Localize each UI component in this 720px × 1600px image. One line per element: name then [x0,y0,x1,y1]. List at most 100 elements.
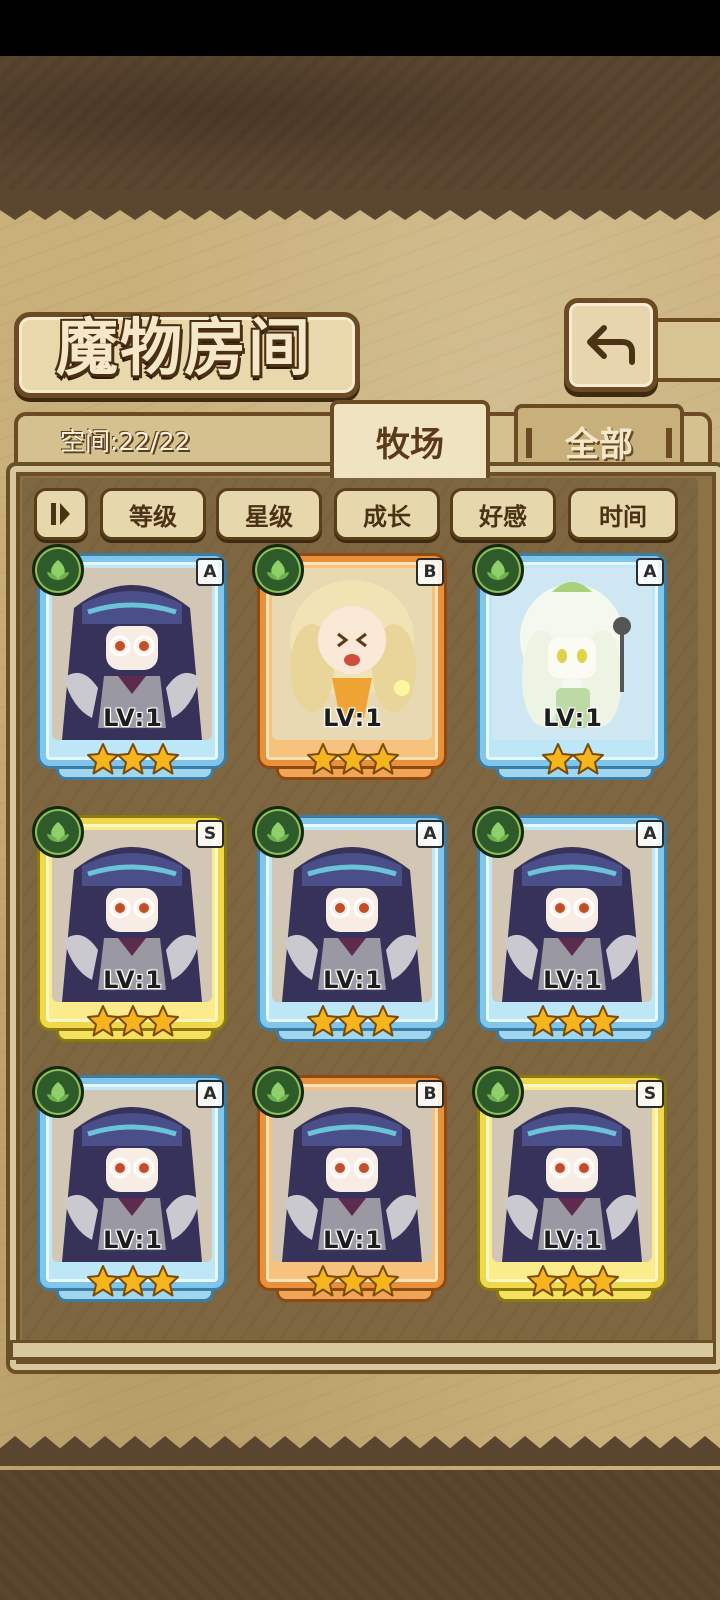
level-label: LV:1 [543,966,603,994]
star-rating [474,1004,672,1048]
star-icon [557,1265,589,1297]
rank-badge: A [196,1080,224,1108]
star-icon [572,743,604,775]
level-label: LV:1 [323,1226,383,1254]
star-icon [87,743,119,775]
panel-bottom-rail [10,1340,716,1360]
rank-badge: A [636,820,664,848]
rank-badge: A [196,558,224,586]
rank-badge: S [636,1080,664,1108]
star-icon [367,1005,399,1037]
capacity-label: 空间:22/22 [60,427,191,456]
star-icon [307,1265,339,1297]
monster-card[interactable]: B LV:1 [252,1066,452,1316]
rank-badge: B [416,1080,444,1108]
monster-card[interactable]: A LV:1 [32,1066,232,1316]
sort-order-button[interactable] [34,488,88,540]
element-badge [252,1066,304,1118]
level-label: LV:1 [543,1226,603,1254]
sort-order-icon [51,503,70,525]
element-badge [32,1066,84,1118]
element-badge [252,544,304,596]
rank-badge: S [196,820,224,848]
star-rating [474,1264,672,1308]
star-icon [367,1265,399,1297]
monster-card[interactable]: S LV:1 [472,1066,672,1316]
tab-divider-left [526,428,532,458]
element-badge [32,544,84,596]
leaf-icon [487,560,509,580]
level-label: LV:1 [103,966,163,994]
star-rating [254,1004,452,1048]
star-rating [34,1264,232,1308]
torn-edge-top [0,190,720,220]
star-icon [587,1005,619,1037]
monster-card[interactable]: S LV:1 [32,806,232,1056]
star-icon [307,743,339,775]
star-icon [147,1005,179,1037]
star-icon [147,1265,179,1297]
monster-card[interactable]: A LV:1 [32,544,232,794]
leaf-icon [47,1082,69,1102]
star-icon [587,1265,619,1297]
star-icon [337,743,369,775]
star-icon [337,1265,369,1297]
star-icon [87,1005,119,1037]
tab-ranch[interactable]: 牧场 [330,400,490,478]
star-icon [527,1265,559,1297]
monster-card[interactable]: B LV:1 [252,544,452,794]
sort-by-growth-button[interactable]: 成长 [334,488,440,540]
star-icon [367,743,399,775]
tab-divider-right [666,428,672,458]
status-bar [0,0,720,56]
rank-badge: B [416,558,444,586]
torn-edge-bottom [0,1436,720,1466]
rank-badge: A [416,820,444,848]
tab-all[interactable]: 全部 [514,404,684,474]
back-button[interactable] [564,298,658,392]
element-badge [472,1066,524,1118]
star-icon [337,1005,369,1037]
element-badge [252,806,304,858]
star-icon [117,1265,149,1297]
sort-by-time-button[interactable]: 时间 [568,488,678,540]
rank-badge: A [636,558,664,586]
level-label: LV:1 [103,1226,163,1254]
level-label: LV:1 [323,966,383,994]
sort-by-level-button[interactable]: 等级 [100,488,206,540]
level-label: LV:1 [323,704,383,732]
tab-ranch-label: 牧场 [376,424,444,465]
tab-all-label: 全部 [565,424,633,465]
monster-card[interactable]: A LV:1 [472,544,672,794]
monster-card[interactable]: A LV:1 [472,806,672,1056]
leaf-icon [487,1082,509,1102]
leaf-icon [47,560,69,580]
star-icon [542,743,574,775]
sort-by-stars-button[interactable]: 星级 [216,488,322,540]
element-badge [32,806,84,858]
star-rating [254,742,452,786]
star-rating [34,742,232,786]
star-icon [307,1005,339,1037]
star-icon [147,743,179,775]
level-label: LV:1 [103,704,163,732]
leaf-icon [267,560,289,580]
leaf-icon [267,1082,289,1102]
return-arrow-icon [587,325,635,365]
star-rating [254,1264,452,1308]
map-background-top [0,56,720,190]
leaf-icon [47,822,69,842]
sort-by-affection-button[interactable]: 好感 [450,488,556,540]
star-rating [474,742,672,786]
map-background-bottom [0,1470,720,1600]
star-icon [527,1005,559,1037]
monster-card[interactable]: A LV:1 [252,806,452,1056]
star-icon [87,1265,119,1297]
element-badge [472,544,524,596]
star-rating [34,1004,232,1048]
leaf-icon [487,822,509,842]
star-icon [117,743,149,775]
page-title: 魔物房间 [55,311,312,384]
element-badge [472,806,524,858]
star-icon [557,1005,589,1037]
